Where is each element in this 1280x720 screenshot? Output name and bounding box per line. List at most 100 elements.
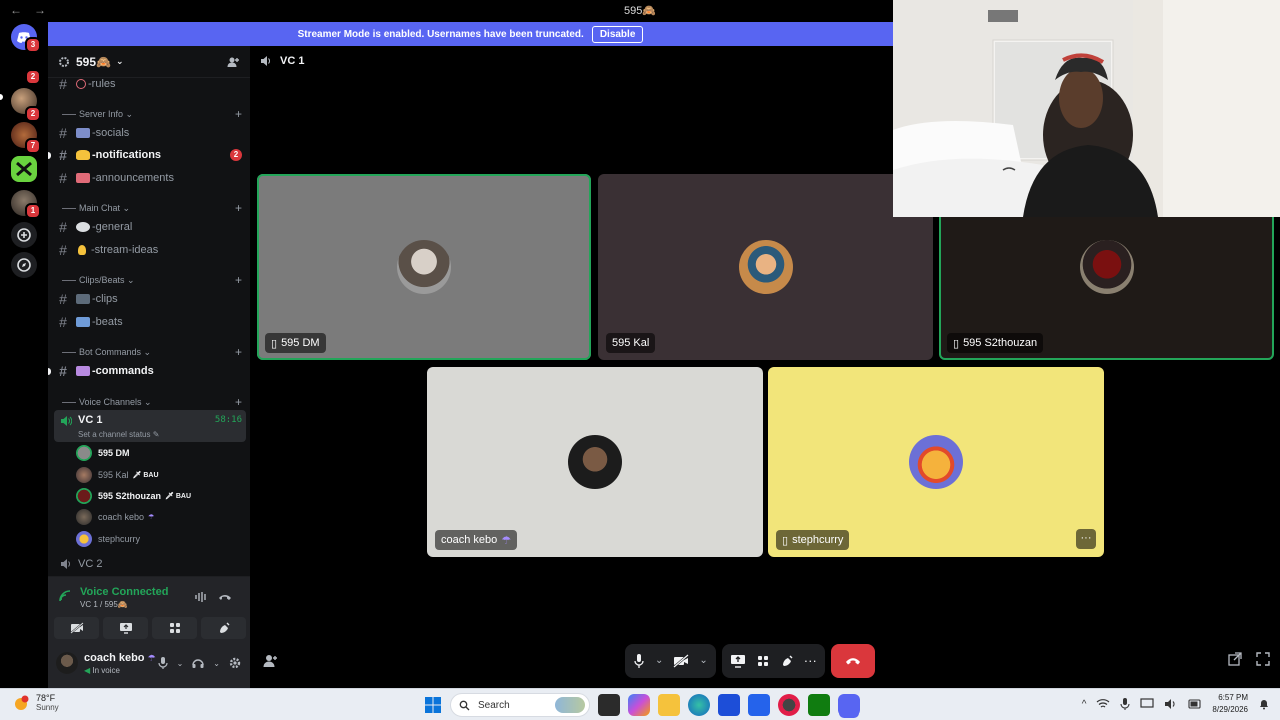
socials-emoji-icon <box>76 128 90 138</box>
voice-status[interactable]: Voice Connected <box>80 586 168 598</box>
volume-icon[interactable] <box>1164 698 1178 710</box>
invite-to-voice-icon[interactable] <box>262 653 278 669</box>
headphones-icon[interactable] <box>191 656 205 670</box>
invite-people-icon[interactable] <box>226 55 240 69</box>
avatar <box>909 435 963 489</box>
microphone-icon[interactable] <box>1120 697 1130 711</box>
taskbar-search[interactable]: Search <box>450 693 590 717</box>
network-icon[interactable] <box>1096 698 1110 710</box>
channel-label: -notifications <box>92 149 162 161</box>
camera-off-icon[interactable] <box>673 653 690 668</box>
channel-label: -socials <box>92 127 130 139</box>
add-server-icon[interactable] <box>11 222 37 248</box>
participant-tile[interactable]: coach kebo ☂ <box>427 367 763 557</box>
add-channel-icon[interactable]: + <box>235 273 242 287</box>
screen-share-button[interactable] <box>103 617 148 639</box>
windows-start-icon[interactable] <box>424 696 442 714</box>
activities-button[interactable] <box>152 617 197 639</box>
server-name: 595🙈 <box>76 54 111 69</box>
activities-icon[interactable] <box>756 654 770 668</box>
display-icon[interactable] <box>1140 698 1155 710</box>
discover-icon[interactable] <box>11 252 37 278</box>
clock[interactable]: 6:57 PM 8/29/2026 <box>1212 692 1248 716</box>
discord-taskbar-icon[interactable] <box>838 694 860 716</box>
hash-icon: # <box>59 363 67 379</box>
participant-tile[interactable]: 595 Kal <box>598 174 933 360</box>
category-bot-commands[interactable]: Bot Commands ⌄ + <box>62 345 242 359</box>
microphone-icon[interactable] <box>157 656 169 670</box>
server-gear-icon <box>59 56 69 67</box>
fullscreen-icon[interactable] <box>1256 652 1270 666</box>
soundboard-button[interactable] <box>201 617 246 639</box>
outlook-icon[interactable] <box>748 694 770 716</box>
store-icon[interactable] <box>718 694 740 716</box>
edge-icon[interactable] <box>688 694 710 716</box>
leave-call-button[interactable] <box>830 643 875 678</box>
channel-announcements[interactable]: # -announcements <box>56 168 246 188</box>
channel-general[interactable]: # -general <box>56 217 246 237</box>
channel-status-prompt[interactable]: Set a channel status ✎ <box>78 430 159 439</box>
soundboard-icon[interactable] <box>780 654 794 668</box>
battery-icon[interactable] <box>1188 699 1202 709</box>
gear-icon[interactable] <box>228 656 242 670</box>
pop-out-icon[interactable] <box>1228 652 1242 666</box>
add-channel-icon[interactable]: + <box>235 201 242 215</box>
voice-channel-vc2[interactable]: VC 2 <box>60 558 102 570</box>
voice-user[interactable]: stephcurry <box>76 529 246 549</box>
disable-streamer-mode-button[interactable]: Disable <box>591 25 644 43</box>
app-icon[interactable] <box>778 694 800 716</box>
umbrella-icon: ☂ <box>147 653 156 663</box>
task-view-icon[interactable] <box>598 694 620 716</box>
channel-socials[interactable]: # -socials <box>56 123 246 143</box>
lightbulb-icon <box>78 245 86 255</box>
chevron-down-icon[interactable]: ⌄ <box>177 659 184 668</box>
add-channel-icon[interactable]: + <box>235 107 242 121</box>
channel-rules[interactable]: # -rules <box>56 74 246 94</box>
category-voice-channels[interactable]: Voice Channels ⌄ + <box>62 395 242 409</box>
video-off-button[interactable] <box>54 617 99 639</box>
participant-tile[interactable]: ▯ 595 DM <box>257 174 591 360</box>
weather-widget[interactable]: 78°F Sunny <box>12 693 59 712</box>
xbox-icon[interactable] <box>808 694 830 716</box>
avatar <box>1079 240 1134 294</box>
add-channel-icon[interactable]: + <box>235 395 242 409</box>
category-main-chat[interactable]: Main Chat ⌄ + <box>62 201 242 215</box>
chevron-down-icon[interactable]: ⌄ <box>655 655 663 666</box>
voice-user[interactable]: 595 S2thouzan 🗡 BAU <box>76 486 246 506</box>
noise-suppression-icon[interactable] <box>194 590 208 604</box>
disconnect-icon[interactable] <box>218 590 232 604</box>
avatar[interactable] <box>56 652 78 674</box>
copilot-icon[interactable] <box>628 694 650 716</box>
channel-stream-ideas[interactable]: # -stream-ideas <box>56 240 246 260</box>
more-options-button[interactable]: ··· <box>1076 529 1096 549</box>
more-icon[interactable]: ··· <box>804 653 817 668</box>
screen-share-icon[interactable] <box>730 654 746 668</box>
voice-user[interactable]: 595 DM <box>76 443 246 463</box>
participant-tile[interactable]: ▯ stephcurry ··· <box>768 367 1104 557</box>
umbrella-icon: ☂ <box>501 534 512 547</box>
chevron-up-icon[interactable]: ^ <box>1082 699 1087 710</box>
server-avatar-green[interactable] <box>11 156 37 182</box>
channel-beats[interactable]: # -beats <box>56 312 246 332</box>
unread-pip <box>48 152 51 159</box>
channel-label: -beats <box>92 316 123 328</box>
username[interactable]: coach kebo ☂ <box>84 652 156 664</box>
add-channel-icon[interactable]: + <box>235 345 242 359</box>
chevron-down-icon[interactable]: ⌄ <box>213 659 220 668</box>
voice-channel-vc1[interactable]: VC 1 Set a channel status ✎ 58:16 <box>54 410 246 442</box>
channel-clips[interactable]: # -clips <box>56 289 246 309</box>
avatar <box>738 240 793 294</box>
category-server-info[interactable]: Server Info ⌄ + <box>62 107 242 121</box>
microphone-icon[interactable] <box>633 653 645 669</box>
signal-icon[interactable] <box>58 589 72 603</box>
speaker-icon: ◀ <box>84 666 91 675</box>
channel-notifications[interactable]: # -notifications 2 <box>56 145 246 165</box>
notification-bell-icon[interactable] <box>1258 698 1270 710</box>
voice-user[interactable]: coach kebo ☂ <box>76 507 246 527</box>
chevron-down-icon[interactable]: ⌄ <box>699 655 707 666</box>
category-clips-beats[interactable]: Clips/Beats ⌄ + <box>62 273 242 287</box>
avatar <box>76 488 92 504</box>
voice-user[interactable]: 595 Kal 🗡 BAU <box>76 465 246 485</box>
channel-commands[interactable]: # -commands <box>56 361 246 381</box>
file-explorer-icon[interactable] <box>658 694 680 716</box>
